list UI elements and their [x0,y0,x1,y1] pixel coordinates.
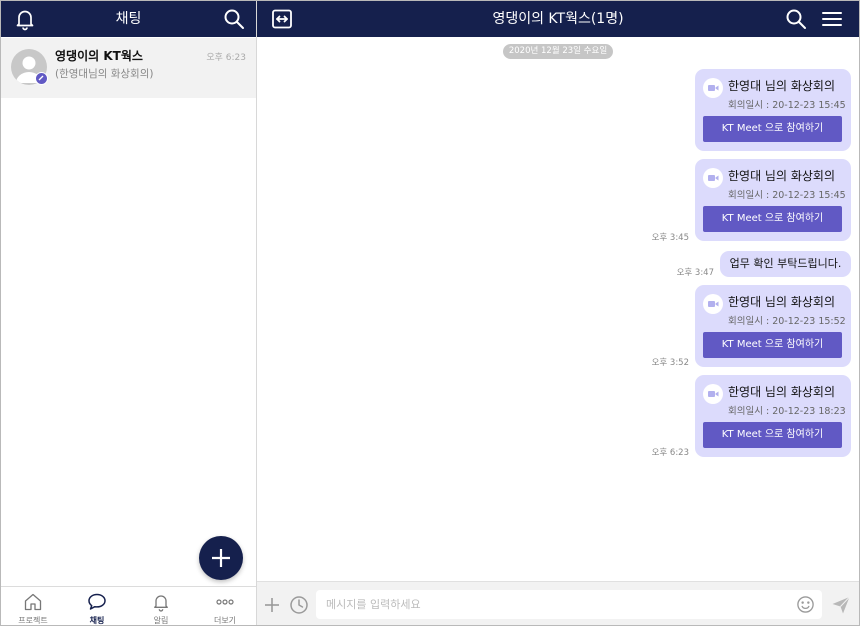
message-input-box [316,590,822,619]
chat-room-panel: 영댕이의 KT웍스(1명) 2020년 12월 23일 수요일 한영대 님의 화… [257,1,859,625]
bell-icon [154,595,168,612]
message-input-bar [257,581,859,625]
search-icon[interactable] [222,7,246,31]
meeting-datetime: 회의일시 : 20-12-23 18:23 [728,406,846,417]
chat-room-title: 영댕이의 KT웍스(1명) [492,11,624,27]
chat-list-panel: 채팅 영댕이의 KT웍스 (한영대님의 화상회의) 오후 6:23 프로젝트 채… [1,1,257,625]
chat-preview: (한영대님의 화상회의) [55,68,154,80]
plus-icon[interactable] [263,596,281,614]
home-icon [24,593,42,611]
join-kt-meet-button[interactable]: KT Meet 으로 참여하기 [703,332,842,358]
chat-room-header: 영댕이의 KT웍스(1명) [257,1,859,37]
chat-list-item[interactable]: 영댕이의 KT웍스 (한영대님의 화상회의) 오후 6:23 [1,38,256,98]
nav-label: 채팅 [89,616,105,625]
chat-bubble-icon [88,593,106,610]
meeting-title: 한영대 님의 화상회의 [728,295,835,309]
nav-label: 프로젝트 [18,616,48,625]
message-time: 오후 3:47 [676,268,714,278]
video-meeting-card: 한영대 님의 화상회의 회의일시 : 20-12-23 15:45 KT Mee… [695,69,851,151]
bottom-nav: 프로젝트 채팅 알림 더보기 [1,586,256,625]
meeting-datetime: 회의일시 : 20-12-23 15:45 [728,190,846,201]
menu-icon[interactable] [820,7,844,31]
nav-label: 더보기 [213,616,237,625]
video-camera-icon [703,168,723,188]
video-meeting-card: 한영대 님의 화상회의 회의일시 : 20-12-23 15:52 KT Mee… [695,285,851,367]
meeting-title: 한영대 님의 화상회의 [728,385,835,399]
chat-name: 영댕이의 KT웍스 [55,49,143,63]
meeting-title: 한영대 님의 화상회의 [728,79,835,93]
app-window: 채팅 영댕이의 KT웍스 (한영대님의 화상회의) 오후 6:23 프로젝트 채… [0,0,860,626]
send-icon[interactable] [831,595,851,615]
nav-label: 알림 [153,616,169,625]
video-camera-icon [703,78,723,98]
message-time: 오후 6:23 [651,448,689,458]
emoji-icon[interactable] [796,595,815,614]
video-camera-icon [703,294,723,314]
join-kt-meet-button[interactable]: KT Meet 으로 참여하기 [703,422,842,448]
join-kt-meet-button[interactable]: KT Meet 으로 참여하기 [703,206,842,232]
join-kt-meet-button[interactable]: KT Meet 으로 참여하기 [703,116,842,142]
more-dots-icon [216,599,234,605]
meeting-datetime: 회의일시 : 20-12-23 15:45 [728,100,846,111]
chat-list-header: 채팅 [1,1,256,37]
message-input[interactable] [326,590,786,619]
date-divider: 2020년 12월 23일 수요일 [503,44,613,59]
message-time: 오후 3:45 [651,233,689,243]
chat-list-title: 채팅 [115,11,142,27]
message-time: 오후 3:52 [651,358,689,368]
meeting-datetime: 회의일시 : 20-12-23 15:52 [728,316,846,327]
video-meeting-card: 한영대 님의 화상회의 회의일시 : 20-12-23 18:23 KT Mee… [695,375,851,457]
group-badge [35,72,48,85]
plus-icon [212,549,230,567]
nav-chat[interactable]: 채팅 [65,587,129,625]
nav-notification[interactable]: 알림 [129,587,193,625]
video-meeting-card: 한영대 님의 화상회의 회의일시 : 20-12-23 15:45 KT Mee… [695,159,851,241]
video-camera-icon [703,384,723,404]
new-chat-button[interactable] [199,536,243,580]
chat-time: 오후 6:23 [206,53,246,63]
clock-icon[interactable] [289,595,309,615]
search-icon[interactable] [784,7,808,31]
text-message: 업무 확인 부탁드립니다. [720,251,851,277]
link-icon [38,75,44,81]
meeting-title: 한영대 님의 화상회의 [728,169,835,183]
nav-more[interactable]: 더보기 [193,587,257,625]
nav-project[interactable]: 프로젝트 [1,587,65,625]
